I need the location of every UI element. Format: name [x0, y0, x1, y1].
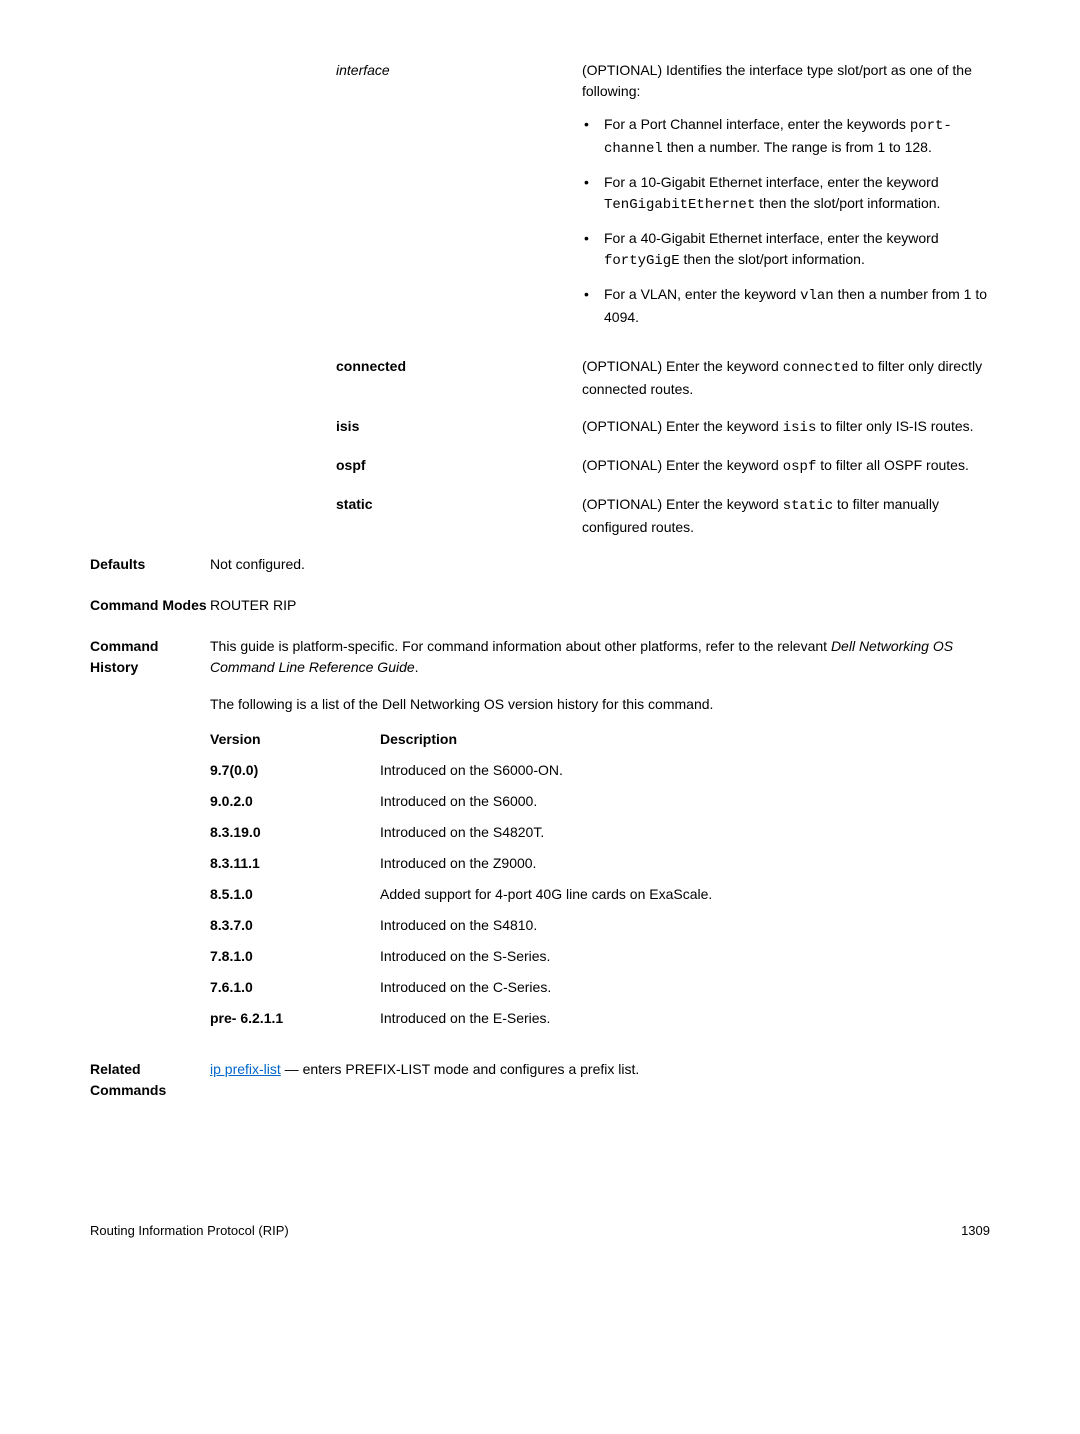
version-cell: 8.3.19.0 — [210, 822, 380, 843]
related-text-post: — enters PREFIX-LIST mode and configures… — [281, 1061, 639, 1077]
param-content: (OPTIONAL) Enter the keyword ospf to fil… — [582, 455, 990, 478]
related-commands-section: Related Commands ip prefix-list — enters… — [90, 1059, 990, 1101]
description-cell: Introduced on the E-Series. — [380, 1008, 990, 1029]
param-text-pre: (OPTIONAL) Enter the keyword — [582, 496, 783, 512]
param-text-post: to filter only IS-IS routes. — [816, 418, 973, 434]
description-cell: Introduced on the S-Series. — [380, 946, 990, 967]
bullet-code: fortyGigE — [604, 253, 680, 269]
param-label: connected — [336, 356, 582, 400]
version-row: pre- 6.2.1.1 Introduced on the E-Series. — [210, 1008, 990, 1029]
param-label: ospf — [336, 455, 582, 478]
description-cell: Introduced on the C-Series. — [380, 977, 990, 998]
param-code: static — [783, 498, 833, 514]
description-cell: Introduced on the Z9000. — [380, 853, 990, 874]
param-label: isis — [336, 416, 582, 439]
section-content: Not configured. — [210, 554, 990, 575]
command-modes-section: Command Modes ROUTER RIP — [90, 595, 990, 616]
parameters-table: interface (OPTIONAL) Identifies the inte… — [336, 60, 990, 538]
version-history-table: Version Description 9.7(0.0) Introduced … — [210, 729, 990, 1029]
command-history-section: Command History This guide is platform-s… — [90, 636, 990, 1039]
bullet-text-pre: For a 40-Gigabit Ethernet interface, ent… — [604, 230, 939, 246]
page-footer: Routing Information Protocol (RIP) 1309 — [90, 1221, 990, 1241]
bullet-item: For a Port Channel interface, enter the … — [582, 114, 990, 160]
param-content: (OPTIONAL) Enter the keyword isis to fil… — [582, 416, 990, 439]
footer-left: Routing Information Protocol (RIP) — [90, 1221, 289, 1241]
section-content: ROUTER RIP — [210, 595, 990, 616]
param-text-pre: (OPTIONAL) Enter the keyword — [582, 418, 783, 434]
version-row: 8.3.11.1 Introduced on the Z9000. — [210, 853, 990, 874]
version-cell: 9.7(0.0) — [210, 760, 380, 781]
footer-page-number: 1309 — [961, 1221, 990, 1241]
version-row: 7.6.1.0 Introduced on the C-Series. — [210, 977, 990, 998]
param-row-ospf: ospf (OPTIONAL) Enter the keyword ospf t… — [336, 455, 990, 478]
param-text-pre: (OPTIONAL) Enter the keyword — [582, 358, 783, 374]
param-content: (OPTIONAL) Enter the keyword connected t… — [582, 356, 990, 400]
param-label: static — [336, 494, 582, 538]
param-row-connected: connected (OPTIONAL) Enter the keyword c… — [336, 356, 990, 400]
section-label: Related Commands — [90, 1059, 210, 1101]
bullet-text-post: then the slot/port information. — [680, 251, 865, 267]
version-row: 8.3.19.0 Introduced on the S4820T. — [210, 822, 990, 843]
version-cell: 8.3.11.1 — [210, 853, 380, 874]
bullet-code: vlan — [800, 288, 834, 304]
prefix-list-link[interactable]: ip prefix-list — [210, 1061, 281, 1077]
bullet-text-pre: For a Port Channel interface, enter the … — [604, 116, 910, 132]
section-label: Command History — [90, 636, 210, 1039]
description-cell: Introduced on the S4810. — [380, 915, 990, 936]
bullet-text-pre: For a VLAN, enter the keyword — [604, 286, 800, 302]
param-code: ospf — [783, 459, 817, 475]
bullet-item: For a 40-Gigabit Ethernet interface, ent… — [582, 228, 990, 272]
description-cell: Introduced on the S6000. — [380, 791, 990, 812]
bullet-item: For a 10-Gigabit Ethernet interface, ent… — [582, 172, 990, 216]
param-row-static: static (OPTIONAL) Enter the keyword stat… — [336, 494, 990, 538]
param-row-interface: interface (OPTIONAL) Identifies the inte… — [336, 60, 990, 340]
interface-bullet-list: For a Port Channel interface, enter the … — [582, 114, 990, 328]
param-text-pre: (OPTIONAL) Enter the keyword — [582, 457, 783, 473]
version-cell: 8.5.1.0 — [210, 884, 380, 905]
bullet-code: TenGigabitEthernet — [604, 197, 755, 213]
version-row: 9.7(0.0) Introduced on the S6000-ON. — [210, 760, 990, 781]
para-text-post: . — [415, 659, 419, 675]
section-label: Command Modes — [90, 595, 210, 616]
param-description: (OPTIONAL) Identifies the interface type… — [582, 60, 990, 102]
section-content: This guide is platform-specific. For com… — [210, 636, 990, 1039]
param-label: interface — [336, 60, 582, 340]
command-history-para2: The following is a list of the Dell Netw… — [210, 694, 990, 715]
bullet-text-pre: For a 10-Gigabit Ethernet interface, ent… — [604, 174, 939, 190]
bullet-item: For a VLAN, enter the keyword vlan then … — [582, 284, 990, 328]
description-header: Description — [380, 729, 990, 750]
description-cell: Introduced on the S4820T. — [380, 822, 990, 843]
version-row: 8.3.7.0 Introduced on the S4810. — [210, 915, 990, 936]
command-history-para1: This guide is platform-specific. For com… — [210, 636, 990, 678]
description-cell: Introduced on the S6000-ON. — [380, 760, 990, 781]
param-code: isis — [783, 420, 817, 436]
param-code: connected — [783, 360, 859, 376]
version-cell: 8.3.7.0 — [210, 915, 380, 936]
defaults-section: Defaults Not configured. — [90, 554, 990, 575]
description-cell: Added support for 4-port 40G line cards … — [380, 884, 990, 905]
version-row: 7.8.1.0 Introduced on the S-Series. — [210, 946, 990, 967]
version-header-row: Version Description — [210, 729, 990, 750]
bullet-text-post: then the slot/port information. — [755, 195, 940, 211]
section-content: ip prefix-list — enters PREFIX-LIST mode… — [210, 1059, 990, 1101]
version-header: Version — [210, 729, 380, 750]
param-row-isis: isis (OPTIONAL) Enter the keyword isis t… — [336, 416, 990, 439]
version-row: 8.5.1.0 Added support for 4-port 40G lin… — [210, 884, 990, 905]
bullet-text-post: then a number. The range is from 1 to 12… — [663, 139, 932, 155]
param-text-post: to filter all OSPF routes. — [816, 457, 969, 473]
param-content: (OPTIONAL) Identifies the interface type… — [582, 60, 990, 340]
version-cell: 7.8.1.0 — [210, 946, 380, 967]
section-label: Defaults — [90, 554, 210, 575]
version-cell: 7.6.1.0 — [210, 977, 380, 998]
version-cell: 9.0.2.0 — [210, 791, 380, 812]
para-text-pre: This guide is platform-specific. For com… — [210, 638, 831, 654]
version-cell: pre- 6.2.1.1 — [210, 1008, 380, 1029]
version-row: 9.0.2.0 Introduced on the S6000. — [210, 791, 990, 812]
param-content: (OPTIONAL) Enter the keyword static to f… — [582, 494, 990, 538]
